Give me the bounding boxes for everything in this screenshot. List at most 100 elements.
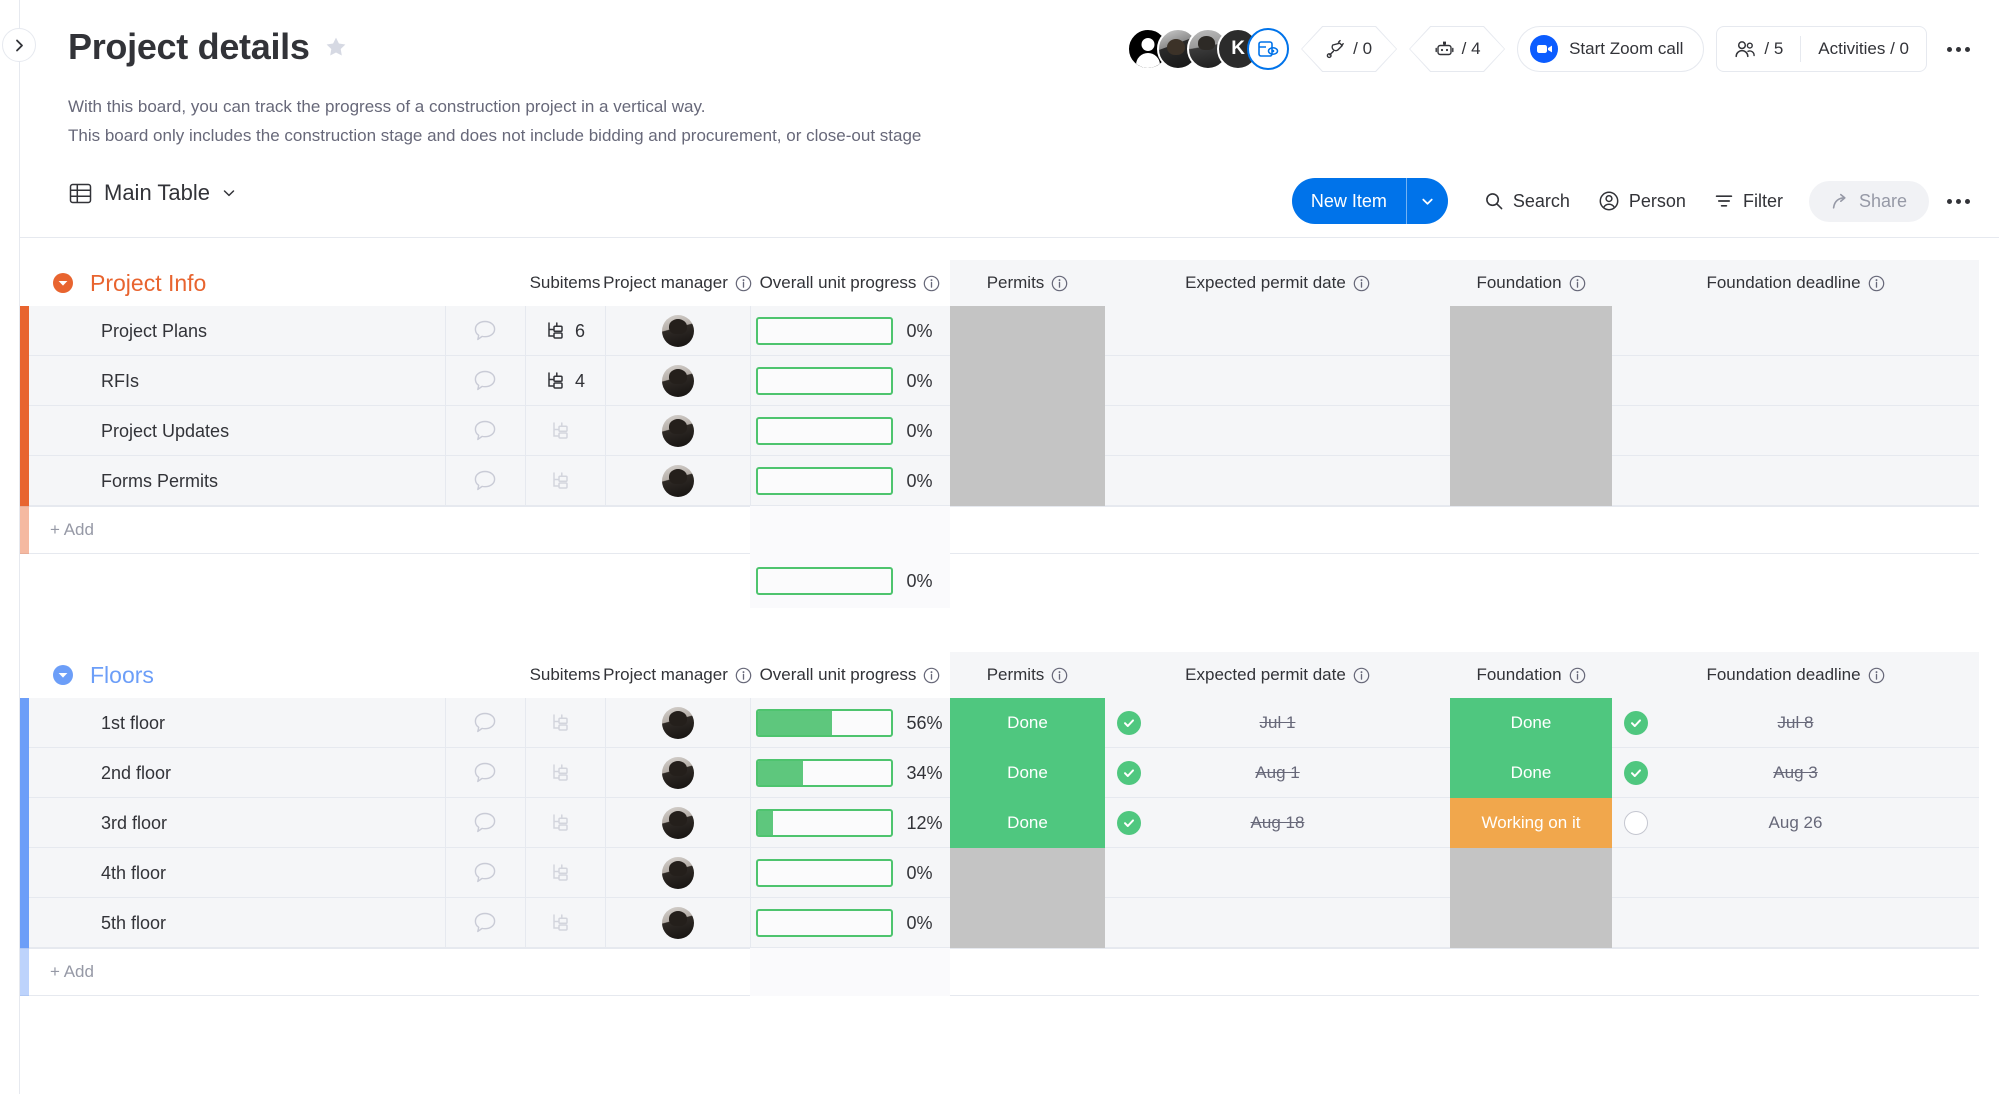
progress-bar[interactable]: [755, 367, 893, 395]
table-row[interactable]: Project Plans 6 0%: [20, 306, 1999, 356]
row-chat-cell[interactable]: [445, 798, 525, 848]
search-button[interactable]: Search: [1470, 182, 1584, 221]
row-item-name[interactable]: 2nd floor: [79, 748, 445, 798]
status-badge-foundation[interactable]: [1450, 306, 1612, 356]
status-badge-permits[interactable]: [950, 406, 1105, 456]
row-progress-cell[interactable]: 0%: [750, 456, 950, 506]
row-subitems-cell[interactable]: 6: [525, 306, 605, 356]
row-project-manager-cell[interactable]: [605, 306, 750, 356]
row-project-manager-cell[interactable]: [605, 456, 750, 506]
row-subitems-cell[interactable]: [525, 406, 605, 456]
row-item-name[interactable]: 5th floor: [79, 898, 445, 948]
date-cell[interactable]: Aug 18: [1105, 798, 1450, 848]
column-header-expected-permit-date[interactable]: Expected permit date: [1105, 260, 1450, 306]
row-chat-cell[interactable]: [445, 356, 525, 406]
chat-bubble-icon[interactable]: [471, 759, 499, 787]
activities-button[interactable]: Activities / 0: [1801, 27, 1926, 71]
row-chat-cell[interactable]: [445, 698, 525, 748]
status-badge-permits[interactable]: Done: [950, 798, 1105, 848]
add-item-label[interactable]: + Add: [50, 506, 750, 554]
avatar[interactable]: [661, 415, 694, 447]
date-cell[interactable]: Aug 1: [1105, 748, 1450, 798]
row-progress-cell[interactable]: 0%: [750, 848, 950, 898]
date-cell[interactable]: [1105, 306, 1450, 356]
progress-bar[interactable]: [755, 759, 893, 787]
subitems-icon[interactable]: [550, 713, 572, 733]
automations-button[interactable]: / 4: [1409, 26, 1506, 72]
avatar[interactable]: [661, 315, 694, 347]
row-subitems-cell[interactable]: [525, 456, 605, 506]
table-row[interactable]: RFIs 4 0%: [20, 356, 1999, 406]
subitems-icon[interactable]: [545, 321, 567, 341]
table-row[interactable]: 2nd floor 34% Done Aug 1 Done Aug 3: [20, 748, 1999, 798]
status-badge-foundation[interactable]: [1450, 406, 1612, 456]
table-row[interactable]: 3rd floor 12% Done Aug 18 Working on it …: [20, 798, 1999, 848]
board-people-button[interactable]: / 5: [1717, 27, 1800, 71]
chat-bubble-icon[interactable]: [471, 367, 499, 395]
info-icon[interactable]: [1353, 275, 1370, 292]
column-header-subitems[interactable]: Subitems: [525, 652, 605, 698]
row-item-name[interactable]: Project Updates: [79, 406, 445, 456]
subitems-icon[interactable]: [550, 863, 572, 883]
filter-button[interactable]: Filter: [1700, 182, 1797, 221]
row-item-name[interactable]: Forms Permits: [79, 456, 445, 506]
progress-bar[interactable]: [755, 809, 893, 837]
group-summary-progress[interactable]: 0%: [750, 554, 950, 608]
status-badge-foundation[interactable]: Working on it: [1450, 798, 1612, 848]
date-cell[interactable]: [1105, 406, 1450, 456]
row-chat-cell[interactable]: [445, 456, 525, 506]
row-project-manager-cell[interactable]: [605, 748, 750, 798]
date-cell[interactable]: [1105, 456, 1450, 506]
row-progress-cell[interactable]: 56%: [750, 698, 950, 748]
toolbar-more-options-button[interactable]: [1939, 182, 1977, 220]
chevron-down-icon[interactable]: [221, 185, 237, 201]
status-badge-permits[interactable]: [950, 848, 1105, 898]
date-cell[interactable]: Aug 26: [1612, 798, 1979, 848]
avatar[interactable]: [661, 907, 694, 939]
progress-bar[interactable]: [755, 709, 893, 737]
progress-bar[interactable]: [755, 417, 893, 445]
date-cell[interactable]: [1612, 456, 1979, 506]
progress-bar[interactable]: [755, 859, 893, 887]
avatar[interactable]: [661, 757, 694, 789]
row-project-manager-cell[interactable]: [605, 798, 750, 848]
row-subitems-cell[interactable]: [525, 898, 605, 948]
row-subitems-cell[interactable]: [525, 698, 605, 748]
row-chat-cell[interactable]: [445, 306, 525, 356]
board-preview-icon[interactable]: [1247, 28, 1290, 70]
row-subitems-cell[interactable]: [525, 748, 605, 798]
row-project-manager-cell[interactable]: [605, 406, 750, 456]
table-row[interactable]: 5th floor 0%: [20, 898, 1999, 948]
info-icon[interactable]: [1051, 667, 1068, 684]
board-members-avatars[interactable]: K: [1127, 28, 1290, 70]
row-progress-cell[interactable]: 12%: [750, 798, 950, 848]
info-icon[interactable]: [1051, 275, 1068, 292]
board-more-options-button[interactable]: [1939, 30, 1977, 68]
sidebar-expand-button[interactable]: [2, 28, 36, 62]
column-header-foundation-deadline[interactable]: Foundation deadline: [1612, 652, 1979, 698]
date-cell[interactable]: [1105, 356, 1450, 406]
column-header-permits[interactable]: Permits: [950, 652, 1105, 698]
progress-bar[interactable]: [755, 467, 893, 495]
row-subitems-cell[interactable]: [525, 848, 605, 898]
avatar[interactable]: [661, 707, 694, 739]
info-icon[interactable]: [1353, 667, 1370, 684]
column-header-overall-unit-progress[interactable]: Overall unit progress: [750, 260, 950, 306]
row-item-name[interactable]: RFIs: [79, 356, 445, 406]
row-item-name[interactable]: 1st floor: [79, 698, 445, 748]
row-progress-cell[interactable]: 0%: [750, 898, 950, 948]
date-done-icon[interactable]: [1117, 761, 1141, 785]
status-badge-foundation[interactable]: [1450, 356, 1612, 406]
date-cell[interactable]: [1612, 406, 1979, 456]
new-item-dropdown[interactable]: [1407, 194, 1448, 209]
subitems-icon[interactable]: [550, 421, 572, 441]
date-cell[interactable]: Jul 8: [1612, 698, 1979, 748]
subitems-icon[interactable]: [550, 763, 572, 783]
chat-bubble-icon[interactable]: [471, 709, 499, 737]
row-project-manager-cell[interactable]: [605, 898, 750, 948]
status-badge-permits[interactable]: [950, 456, 1105, 506]
date-cell[interactable]: [1612, 898, 1979, 948]
progress-bar[interactable]: [755, 567, 893, 595]
row-progress-cell[interactable]: 34%: [750, 748, 950, 798]
date-cell[interactable]: Jul 1: [1105, 698, 1450, 748]
